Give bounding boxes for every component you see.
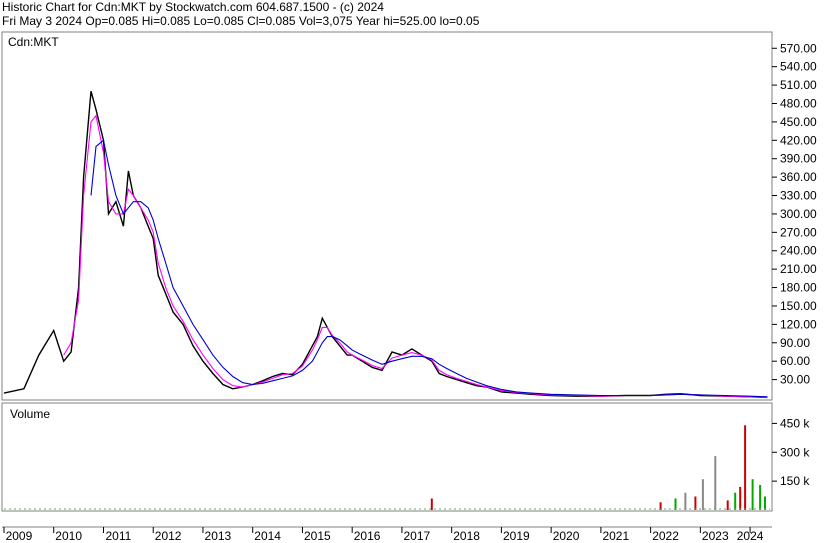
x-tick-label: 2011 xyxy=(105,529,131,543)
price-y-tick-label: 570.00 xyxy=(780,41,817,55)
price-y-tick-label: 30.00 xyxy=(780,373,810,387)
volume-bar xyxy=(430,498,433,510)
price-y-tick-label: 120.00 xyxy=(780,317,817,331)
x-tick-label: 2009 xyxy=(6,529,33,543)
x-tick-label: 2016 xyxy=(354,529,381,543)
volume-bar xyxy=(726,500,729,510)
x-tick-label: 2012 xyxy=(155,529,182,543)
volume-bar xyxy=(744,425,747,510)
price-y-tick-label: 450.00 xyxy=(780,115,817,129)
x-tick-label: 2019 xyxy=(503,529,530,543)
volume-bar xyxy=(714,456,717,510)
price-y-tick-label: 240.00 xyxy=(780,244,817,258)
x-tick-label: 2017 xyxy=(403,529,430,543)
volume-y-tick-label: 450 k xyxy=(780,416,810,430)
volume-y-tick-label: 300 k xyxy=(780,445,810,459)
volume-panel-frame xyxy=(1,402,773,512)
price-y-tick-label: 60.00 xyxy=(780,354,810,368)
x-tick-label: 2022 xyxy=(652,529,679,543)
x-tick-label: 2010 xyxy=(55,529,82,543)
x-tick-label: 2020 xyxy=(553,529,580,543)
price-y-tick-label: 540.00 xyxy=(780,60,817,74)
price-y-tick-label: 300.00 xyxy=(780,207,817,221)
price-y-tick-label: 90.00 xyxy=(780,336,810,350)
volume-bar xyxy=(684,492,687,510)
x-tick-label: 2024 xyxy=(737,529,764,543)
price-y-tick-label: 420.00 xyxy=(780,133,817,147)
price-y-tick-label: 360.00 xyxy=(780,170,817,184)
volume-panel-label: Volume xyxy=(10,407,50,421)
x-tick-label: 2018 xyxy=(453,529,480,543)
price-y-axis: 570.00 540.00 510.00 480.00 450.00 420.00 390.… xyxy=(772,41,817,387)
price-y-tick-label: 510.00 xyxy=(780,78,817,92)
price-y-tick-label: 180.00 xyxy=(780,281,817,295)
price-y-tick-label: 270.00 xyxy=(780,225,817,239)
volume-bar xyxy=(701,479,704,510)
price-y-tick-label: 390.00 xyxy=(780,152,817,166)
x-tick-label: 2014 xyxy=(254,529,281,543)
x-tick-label: 2015 xyxy=(304,529,331,543)
price-y-tick-label: 330.00 xyxy=(780,189,817,203)
volume-bar xyxy=(694,496,697,510)
price-y-tick-label: 480.00 xyxy=(780,96,817,110)
x-axis: 2009 2010 2011 2012 2013 2014 2015 2016 2017 2018… xyxy=(3,527,764,543)
x-tick-label: 2021 xyxy=(602,529,629,543)
volume-bar xyxy=(751,479,754,510)
price-panel-label: Cdn:MKT xyxy=(8,35,59,49)
volume-y-axis: 450 k 300 k 150 k xyxy=(772,416,810,488)
x-tick-label: 2013 xyxy=(205,529,232,543)
volume-y-tick-label: 150 k xyxy=(780,474,810,488)
volume-bar xyxy=(764,496,766,510)
stock-chart: Cdn:MKT 570.00 540.00 510.00 480.00 450.00 42… xyxy=(1,31,817,543)
x-tick-label: 2023 xyxy=(702,529,729,543)
volume-bar xyxy=(674,498,677,510)
price-y-tick-label: 210.00 xyxy=(780,262,817,276)
volume-bar xyxy=(759,485,762,510)
volume-bar xyxy=(734,492,737,510)
price-y-tick-label: 150.00 xyxy=(780,299,817,313)
price-panel-frame xyxy=(1,31,773,401)
volume-bar xyxy=(739,486,742,510)
